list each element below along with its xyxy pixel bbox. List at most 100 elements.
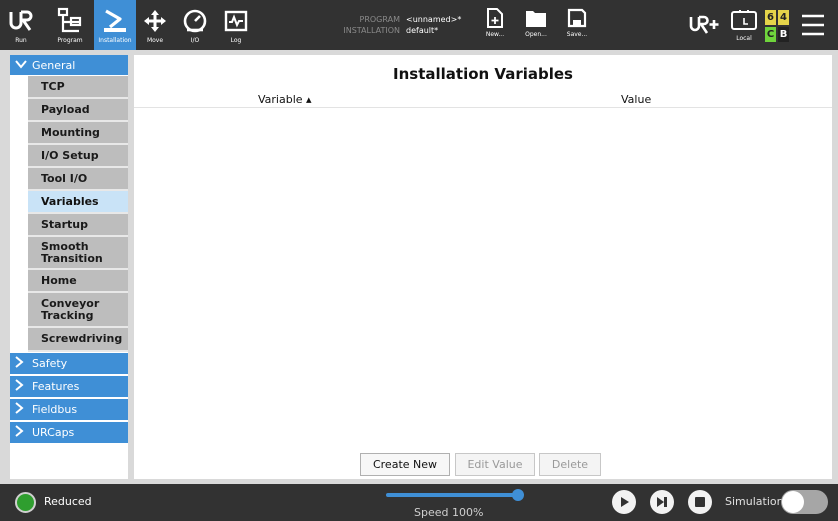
open-label: Open...	[525, 31, 547, 38]
sidebar-category-features[interactable]: Features	[10, 376, 128, 398]
step-icon	[657, 497, 667, 507]
play-button[interactable]	[612, 490, 636, 514]
sidebar-item-startup[interactable]: Startup	[28, 214, 128, 237]
sidebar-category-label: URCaps	[32, 426, 75, 439]
chevron-right-icon	[15, 402, 29, 417]
simulation-label: Simulation	[725, 495, 784, 508]
move-label: Move	[146, 37, 164, 44]
installation-sidebar: General TCP Payload Mounting I/O Setup T…	[10, 55, 128, 479]
chevron-right-icon	[15, 379, 29, 394]
save-button[interactable]: Save...	[564, 0, 590, 50]
program-label: Program	[57, 37, 83, 44]
run-label: Run	[15, 37, 27, 44]
sidebar-item-variables[interactable]: Variables	[28, 191, 128, 214]
program-tree-icon	[55, 4, 85, 38]
sidebar-item-label: I/O Setup	[41, 148, 99, 162]
save-disk-icon	[562, 4, 592, 32]
sidebar-category-label: Features	[32, 380, 80, 393]
installation-robot-arm-icon	[100, 4, 130, 38]
sidebar-item-io-setup[interactable]: I/O Setup	[28, 145, 128, 168]
local-label: Local	[736, 35, 752, 42]
sidebar-item-tcp[interactable]: TCP	[28, 76, 128, 99]
sidebar-item-mounting[interactable]: Mounting	[28, 122, 128, 145]
polyscope-window: Run Program Installation Move I/O Log PR…	[0, 0, 838, 521]
simulation-toggle-knob	[782, 491, 804, 513]
io-gauge-icon	[180, 4, 210, 38]
chevron-right-icon	[15, 425, 29, 440]
safety-status-indicator	[15, 492, 36, 513]
badge-bottom-right: B	[778, 27, 789, 42]
delete-button[interactable]: Delete	[539, 453, 601, 476]
new-file-icon	[480, 4, 510, 32]
urplus-button[interactable]	[689, 14, 721, 36]
io-tab-button[interactable]: I/O	[180, 0, 210, 50]
sidebar-category-general[interactable]: General	[10, 55, 128, 76]
variables-table-body[interactable]	[134, 108, 832, 448]
ur-logo-icon	[6, 4, 36, 38]
open-folder-icon	[521, 4, 551, 32]
create-new-button[interactable]: Create New	[360, 453, 450, 476]
speed-slider-handle[interactable]	[512, 489, 524, 501]
sidebar-category-label: Fieldbus	[32, 403, 78, 416]
log-label: Log	[230, 37, 242, 44]
column-header-value[interactable]: Value	[621, 93, 651, 106]
log-tab-button[interactable]: Log	[221, 0, 251, 50]
sidebar-item-label: Tool I/O	[41, 171, 88, 185]
stop-icon	[695, 497, 705, 507]
program-info-values: <unnamed>* default*	[406, 14, 461, 36]
sidebar-category-fieldbus[interactable]: Fieldbus	[10, 399, 128, 421]
sidebar-item-label: Payload	[41, 102, 90, 116]
open-button[interactable]: Open...	[523, 0, 549, 50]
badge-top-left: 6	[765, 10, 776, 25]
sidebar-category-label: General	[32, 58, 76, 72]
new-button[interactable]: New...	[482, 0, 508, 50]
edit-value-button[interactable]: Edit Value	[455, 453, 535, 476]
program-info-labels: PROGRAM INSTALLATION	[315, 14, 400, 36]
speed-label: Speed 100%	[414, 506, 484, 519]
badge-bottom-left: C	[765, 27, 776, 42]
io-label: I/O	[190, 37, 200, 44]
sidebar-item-label: Home	[41, 273, 77, 287]
move-arrows-icon	[140, 4, 170, 38]
sidebar-item-screwdriving[interactable]: Screwdriving	[28, 328, 128, 352]
new-label: New...	[485, 31, 505, 38]
sidebar-item-label: Screwdriving	[41, 332, 123, 345]
sidebar-category-urcaps[interactable]: URCaps	[10, 422, 128, 444]
sidebar-item-smooth-transition[interactable]: Smooth Transition	[28, 237, 128, 270]
program-name: <unnamed>*	[406, 15, 462, 24]
installation-label: Installation	[98, 37, 132, 44]
chevron-down-icon	[15, 59, 29, 72]
installation-name: default*	[406, 26, 439, 35]
sidebar-category-label: Safety	[32, 357, 68, 370]
menu-button[interactable]	[800, 13, 826, 37]
sidebar-item-label: Variables	[41, 194, 99, 208]
sidebar-category-safety[interactable]: Safety	[10, 353, 128, 375]
log-pulse-icon	[221, 4, 251, 38]
installation-tab-button[interactable]: Installation	[94, 0, 136, 50]
move-tab-button[interactable]: Move	[140, 0, 170, 50]
sidebar-item-conveyor-tracking[interactable]: Conveyor Tracking	[28, 293, 128, 328]
badge-top-right: 4	[778, 10, 789, 25]
local-control-button[interactable]: Local	[727, 0, 761, 50]
run-tab-button[interactable]: Run	[2, 0, 40, 50]
sidebar-item-tool-io[interactable]: Tool I/O	[28, 168, 128, 191]
speed-slider-track[interactable]	[386, 493, 518, 497]
sidebar-item-label: Startup	[41, 217, 88, 231]
bottom-status-bar: Reduced Speed 100% Simulation	[0, 484, 838, 521]
column-header-variable[interactable]: Variable ▴	[258, 93, 312, 106]
save-label: Save...	[566, 31, 588, 38]
stop-button[interactable]	[688, 490, 712, 514]
step-button[interactable]	[650, 490, 674, 514]
top-toolbar: Run Program Installation Move I/O Log PR…	[0, 0, 838, 50]
sidebar-item-label: Smooth Transition	[41, 239, 103, 265]
play-icon	[621, 497, 629, 507]
sidebar-item-payload[interactable]: Payload	[28, 99, 128, 122]
variables-panel: Installation Variables Variable ▴ Value …	[134, 55, 832, 479]
sidebar-item-label: Mounting	[41, 125, 100, 139]
sidebar-item-home[interactable]: Home	[28, 270, 128, 293]
program-tab-button[interactable]: Program	[48, 0, 92, 50]
simulation-toggle[interactable]	[781, 490, 828, 514]
installation-caption: INSTALLATION	[343, 26, 400, 35]
sidebar-item-label: Conveyor Tracking	[41, 296, 100, 322]
urplus-icon	[689, 14, 721, 40]
